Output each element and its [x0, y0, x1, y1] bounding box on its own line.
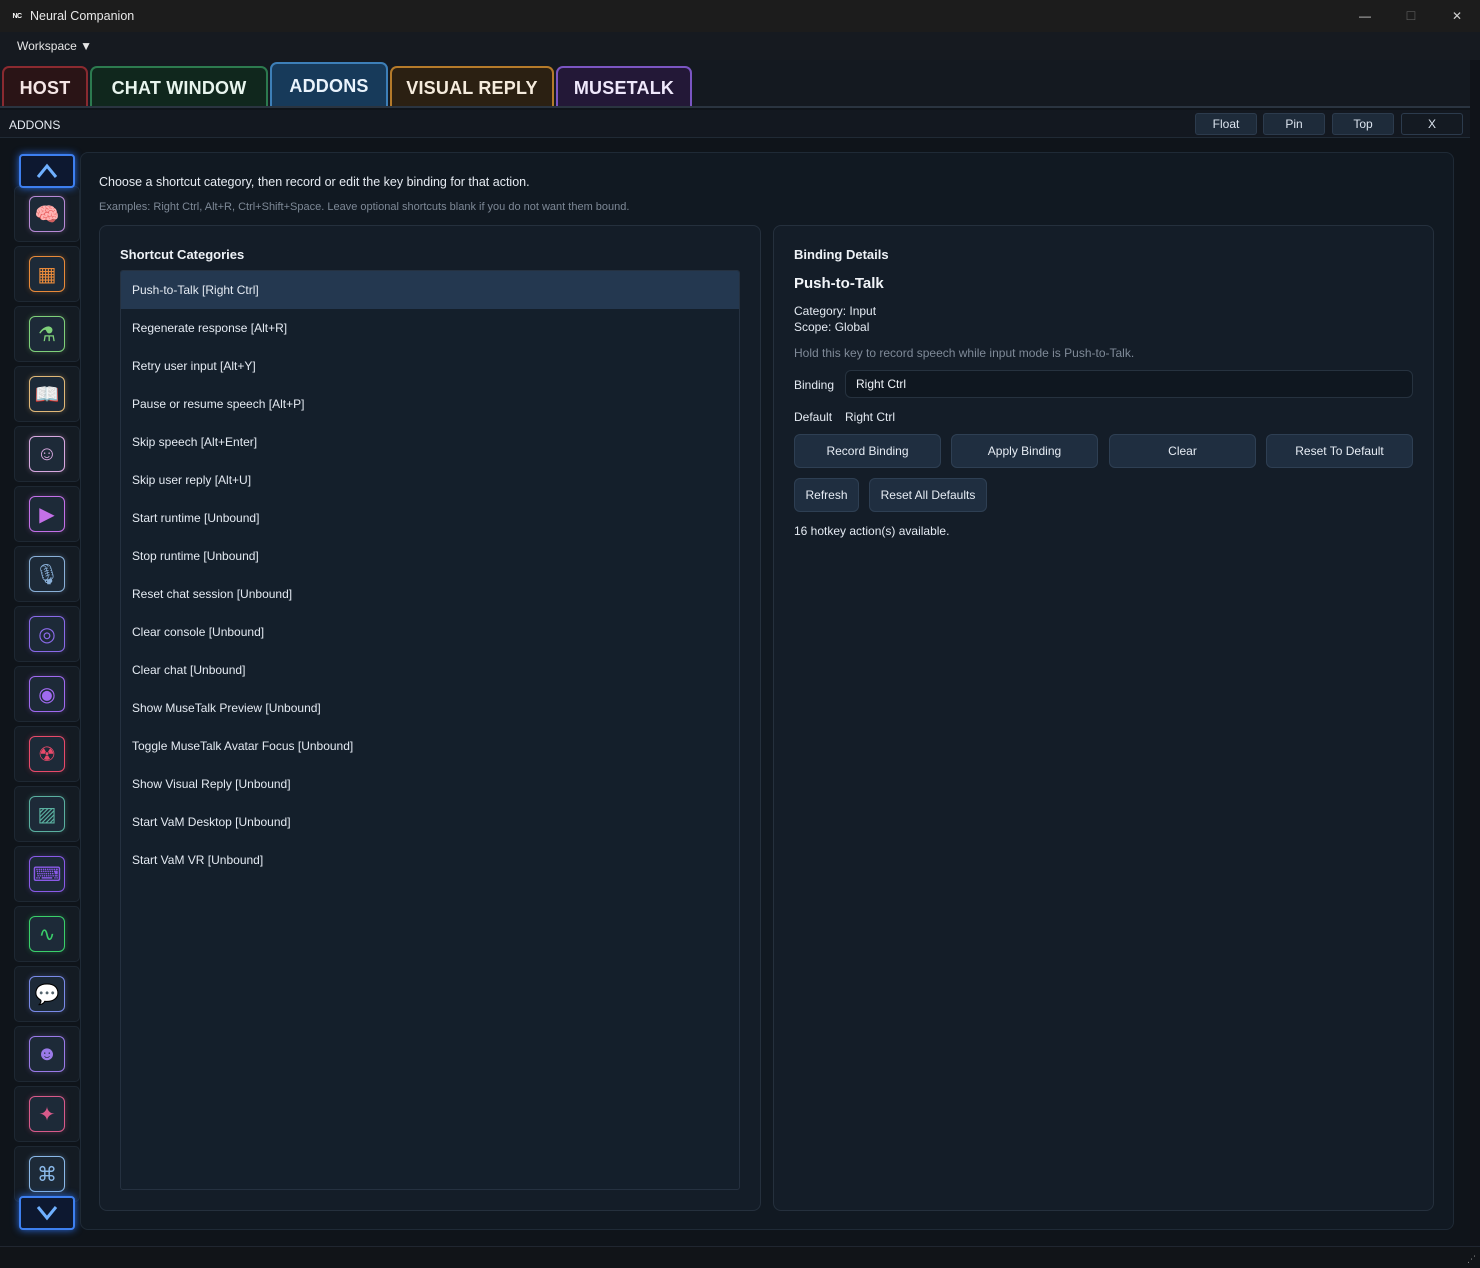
- book-icon: 📖: [29, 376, 65, 412]
- sidebar-item-brain[interactable]: 🧠: [14, 186, 80, 242]
- category-item[interactable]: Clear chat [Unbound]: [121, 651, 739, 689]
- record-binding-button[interactable]: Record Binding: [794, 434, 941, 468]
- top-button[interactable]: Top: [1332, 113, 1394, 135]
- clear-binding-button[interactable]: Clear: [1109, 434, 1256, 468]
- hotkey-count-status: 16 hotkey action(s) available.: [794, 524, 950, 538]
- window-edge: [1470, 60, 1480, 1246]
- binding-details-title: Binding Details: [794, 247, 889, 262]
- category-item[interactable]: Skip speech [Alt+Enter]: [121, 423, 739, 461]
- app-logo: NC: [12, 12, 22, 20]
- close-window-button[interactable]: ✕: [1434, 0, 1480, 32]
- sidebar-item-waveform[interactable]: ∿: [14, 906, 80, 962]
- brain-icon: 🧠: [29, 196, 65, 232]
- discord-icon: ☻: [29, 1036, 65, 1072]
- menu-bar: Workspace ▼: [0, 32, 1480, 60]
- close-addons-button[interactable]: X: [1401, 113, 1463, 135]
- status-bar: ⋰: [0, 1246, 1480, 1268]
- sidebar-item-mask[interactable]: ☺: [14, 426, 80, 482]
- target-icon: ◎: [29, 616, 65, 652]
- sidebar-item-hotkeys[interactable]: ⌘: [14, 1146, 80, 1202]
- robot-icon: ☢: [29, 736, 65, 772]
- binding-scope: Scope: Global: [794, 320, 870, 334]
- sidebar-item-image[interactable]: ▨: [14, 786, 80, 842]
- microphone-icon: 🎙: [29, 556, 65, 592]
- addons-title: ADDONS: [9, 118, 61, 132]
- sidebar-scroll-down[interactable]: [19, 1196, 75, 1230]
- categories-list[interactable]: Push-to-Talk [Right Ctrl] Regenerate resp…: [120, 270, 740, 1190]
- tab-strip: HOST CHAT WINDOW ADDONS VISUAL REPLY MUS…: [0, 60, 1480, 108]
- category-item[interactable]: Retry user input [Alt+Y]: [121, 347, 739, 385]
- orb-icon: ◉: [29, 676, 65, 712]
- pin-button[interactable]: Pin: [1263, 113, 1325, 135]
- sidebar-item-robot[interactable]: ☢: [14, 726, 80, 782]
- intro-text: Choose a shortcut category, then record …: [99, 175, 530, 189]
- category-item[interactable]: Start VaM Desktop [Unbound]: [121, 803, 739, 841]
- waveform-icon: ∿: [29, 916, 65, 952]
- chevron-down-icon: [36, 1206, 58, 1221]
- float-button[interactable]: Float: [1195, 113, 1257, 135]
- sidebar-item-orb[interactable]: ◉: [14, 666, 80, 722]
- title-bar: NC Neural Companion — ☐ ✕: [0, 0, 1480, 32]
- maximize-button[interactable]: ☐: [1388, 0, 1434, 32]
- apply-binding-button[interactable]: Apply Binding: [951, 434, 1098, 468]
- category-item[interactable]: Show Visual Reply [Unbound]: [121, 765, 739, 803]
- keyboard-icon: ⌨: [29, 856, 65, 892]
- minimize-button[interactable]: —: [1342, 0, 1388, 32]
- sidebar-item-target[interactable]: ◎: [14, 606, 80, 662]
- categories-title: Shortcut Categories: [120, 247, 245, 262]
- tab-visual-reply[interactable]: VISUAL REPLY: [390, 66, 554, 108]
- tab-chat-window[interactable]: CHAT WINDOW: [90, 66, 268, 108]
- sidebar-item-microphone[interactable]: 🎙: [14, 546, 80, 602]
- window-title: Neural Companion: [30, 9, 135, 23]
- binding-category: Category: Input: [794, 304, 877, 318]
- sidebar-item-chat-bubbles[interactable]: 💬: [14, 966, 80, 1022]
- category-item[interactable]: Push-to-Talk [Right Ctrl]: [121, 271, 739, 309]
- sidebar-item-discord[interactable]: ☻: [14, 1026, 80, 1082]
- sidebar-item-media[interactable]: ▶: [14, 486, 80, 542]
- reset-to-default-button[interactable]: Reset To Default: [1266, 434, 1413, 468]
- tab-addons[interactable]: ADDONS: [270, 62, 388, 108]
- category-item[interactable]: Stop runtime [Unbound]: [121, 537, 739, 575]
- refresh-button[interactable]: Refresh: [794, 478, 859, 512]
- intro-examples: Examples: Right Ctrl, Alt+R, Ctrl+Shift+…: [99, 201, 630, 213]
- media-icon: ▶: [29, 496, 65, 532]
- binding-name: Push-to-Talk: [794, 275, 884, 292]
- category-item[interactable]: Start VaM VR [Unbound]: [121, 841, 739, 879]
- addons-header: ADDONS Float Pin Top X: [0, 110, 1470, 138]
- sidebar-item-network[interactable]: ✦: [14, 1086, 80, 1142]
- sidebar-item-keyboard[interactable]: ⌨: [14, 846, 80, 902]
- dashboard-icon: ▦: [29, 256, 65, 292]
- hotkeys-icon: ⌘: [29, 1156, 65, 1192]
- category-item[interactable]: Toggle MuseTalk Avatar Focus [Unbound]: [121, 727, 739, 765]
- chevron-up-icon: [36, 163, 58, 178]
- binding-label: Binding: [794, 378, 835, 392]
- category-item[interactable]: Start runtime [Unbound]: [121, 499, 739, 537]
- resize-grip-icon[interactable]: ⋰: [1467, 1254, 1476, 1265]
- binding-description: Hold this key to record speech while inp…: [794, 346, 1135, 360]
- sidebar-item-dashboard[interactable]: ▦: [14, 246, 80, 302]
- workspace-menu[interactable]: Workspace ▼: [17, 39, 92, 53]
- network-icon: ✦: [29, 1096, 65, 1132]
- category-item[interactable]: Clear console [Unbound]: [121, 613, 739, 651]
- tab-host[interactable]: HOST: [2, 66, 88, 108]
- binding-input[interactable]: [845, 370, 1413, 398]
- mask-icon: ☺: [29, 436, 65, 472]
- reset-all-defaults-button[interactable]: Reset All Defaults: [869, 478, 987, 512]
- sidebar-scroll-up[interactable]: [19, 154, 75, 188]
- default-value: Right Ctrl: [845, 410, 896, 424]
- category-item[interactable]: Skip user reply [Alt+U]: [121, 461, 739, 499]
- tab-divider: [0, 106, 1470, 108]
- chat-bubbles-icon: 💬: [29, 976, 65, 1012]
- sidebar-item-flask[interactable]: ⚗: [14, 306, 80, 362]
- category-item[interactable]: Reset chat session [Unbound]: [121, 575, 739, 613]
- image-icon: ▨: [29, 796, 65, 832]
- flask-icon: ⚗: [29, 316, 65, 352]
- tab-musetalk[interactable]: MUSETALK: [556, 66, 692, 108]
- category-item[interactable]: Show MuseTalk Preview [Unbound]: [121, 689, 739, 727]
- category-item[interactable]: Regenerate response [Alt+R]: [121, 309, 739, 347]
- sidebar-item-book[interactable]: 📖: [14, 366, 80, 422]
- default-label: Default: [794, 410, 833, 424]
- category-item[interactable]: Pause or resume speech [Alt+P]: [121, 385, 739, 423]
